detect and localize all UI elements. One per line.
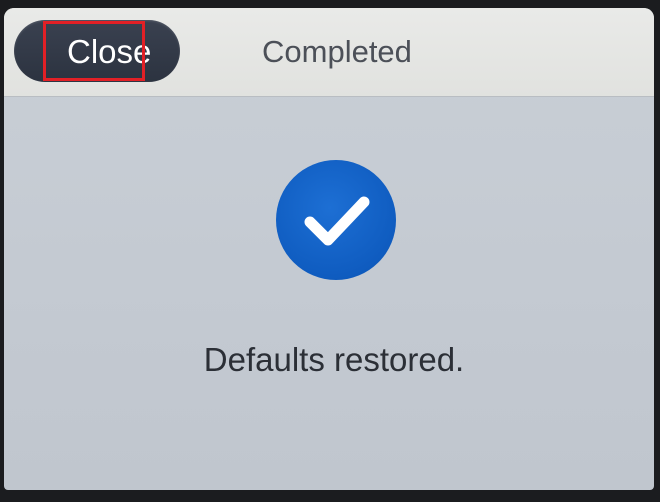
- checkmark-icon: [276, 160, 396, 280]
- printer-screen: Close Completed Defaults restored.: [4, 8, 654, 490]
- close-button[interactable]: Close: [14, 20, 180, 82]
- page-title: Completed: [262, 34, 412, 69]
- device-frame: Close Completed Defaults restored.: [0, 0, 660, 502]
- status-message: Defaults restored.: [203, 341, 465, 378]
- checkmark-glyph: [304, 196, 370, 246]
- header-bar: Close Completed: [4, 8, 654, 97]
- close-button-label: Close: [67, 33, 152, 70]
